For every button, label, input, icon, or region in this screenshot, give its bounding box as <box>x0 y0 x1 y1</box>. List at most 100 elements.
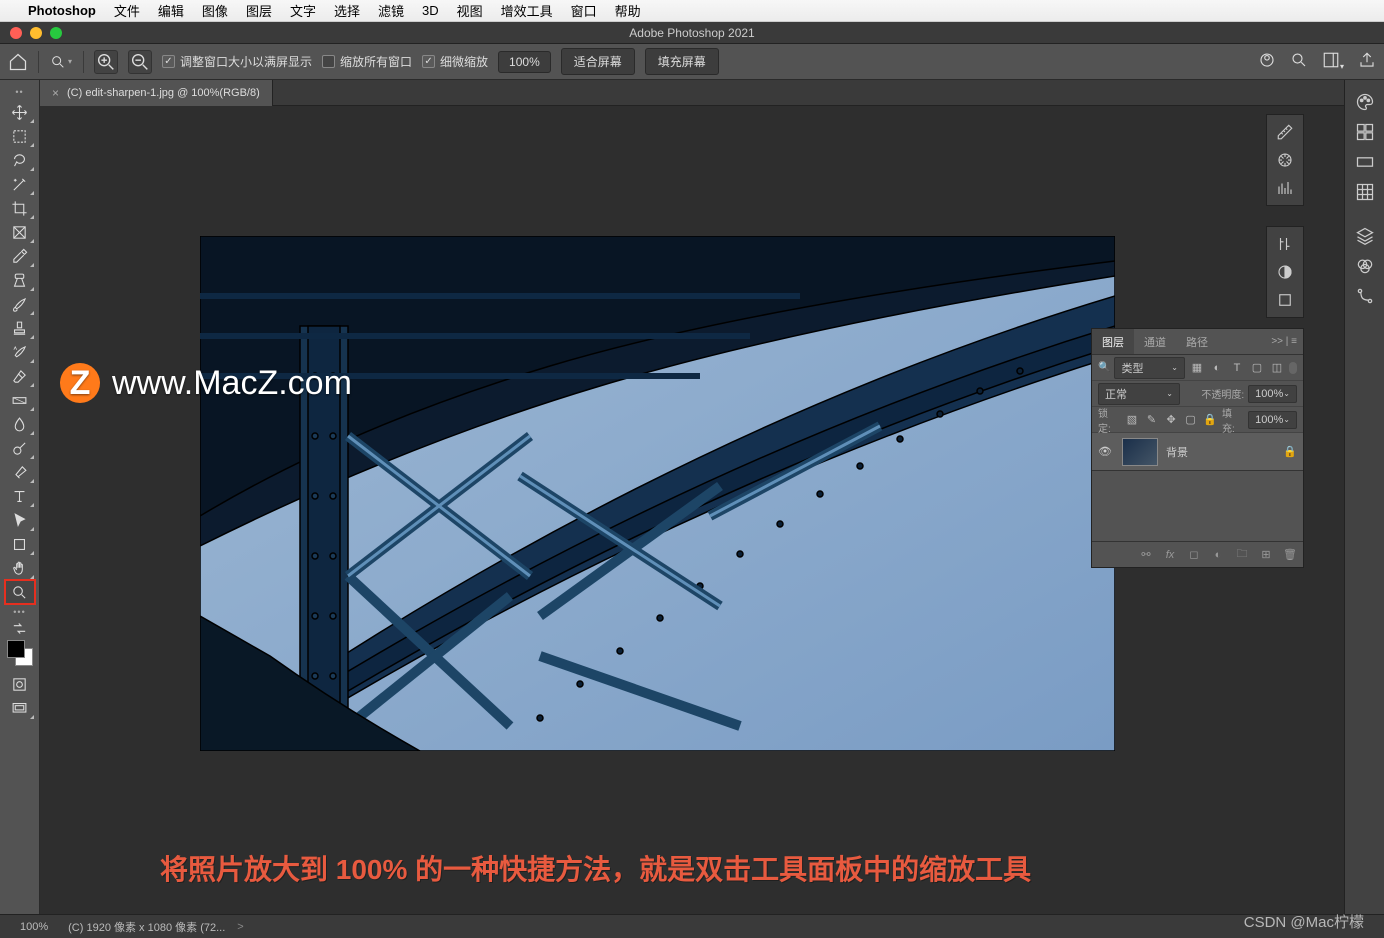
layer-row[interactable]: 👁 背景 🔒 <box>1092 433 1303 471</box>
fx-icon[interactable]: fx <box>1163 549 1177 561</box>
document-tab[interactable]: × (C) edit-sharpen-1.jpg @ 100%(RGB/8) <box>40 80 273 106</box>
tool-preset[interactable]: ▾ <box>49 50 73 74</box>
type-tool[interactable] <box>5 484 35 508</box>
mask-icon[interactable]: ◻ <box>1187 548 1201 561</box>
filter-kind-select[interactable]: 类型⌄ <box>1114 357 1185 379</box>
menu-file[interactable]: 文件 <box>114 1 140 20</box>
adjustments-icon[interactable] <box>1271 231 1299 257</box>
filter-adjust-icon[interactable]: ◐ <box>1209 360 1225 376</box>
libraries-icon[interactable] <box>1271 287 1299 313</box>
lock-artboard-icon[interactable]: ▢ <box>1183 412 1199 428</box>
color-swatches[interactable] <box>7 640 33 666</box>
hand-tool[interactable] <box>5 556 35 580</box>
lasso-tool[interactable] <box>5 148 35 172</box>
resize-windows-checkbox[interactable]: ✓调整窗口大小以满屏显示 <box>162 53 312 70</box>
filter-smart-icon[interactable]: ◫ <box>1269 360 1285 376</box>
minimize-window-button[interactable] <box>30 27 42 39</box>
cloud-docs-icon[interactable] <box>1258 51 1276 72</box>
menu-text[interactable]: 文字 <box>290 1 316 20</box>
lock-paint-icon[interactable]: ✎ <box>1144 412 1160 428</box>
menu-help[interactable]: 帮助 <box>615 1 641 20</box>
group-icon[interactable]: 🗀 <box>1235 545 1249 564</box>
link-layers-icon[interactable]: ⚯ <box>1139 548 1153 561</box>
frame-tool[interactable] <box>5 220 35 244</box>
maximize-window-button[interactable] <box>50 27 62 39</box>
doc-info[interactable]: (C) 1920 像素 x 1080 像素 (72... <box>68 919 225 935</box>
shape-tool[interactable] <box>5 532 35 556</box>
scrubby-zoom-checkbox[interactable]: ✓细微缩放 <box>422 53 488 70</box>
filter-shape-icon[interactable]: ▢ <box>1249 360 1265 376</box>
lock-all-icon[interactable]: 🔒 <box>1202 412 1218 428</box>
menu-image[interactable]: 图像 <box>202 1 228 20</box>
marquee-tool[interactable] <box>5 124 35 148</box>
patterns-panel-icon[interactable] <box>1351 178 1379 206</box>
close-window-button[interactable] <box>10 27 22 39</box>
lock-trans-icon[interactable]: ▧ <box>1124 412 1140 428</box>
zoom-in-button[interactable] <box>94 50 118 74</box>
menu-select[interactable]: 选择 <box>334 1 360 20</box>
layers-tab[interactable]: 图层 <box>1092 329 1134 354</box>
toolbar-more[interactable]: ••• <box>13 607 25 617</box>
heal-tool[interactable] <box>5 268 35 292</box>
visibility-icon[interactable]: 👁 <box>1098 445 1114 458</box>
histogram-icon[interactable] <box>1271 175 1299 201</box>
home-button[interactable] <box>8 52 28 72</box>
brush-tool[interactable] <box>5 292 35 316</box>
search-icon[interactable] <box>1290 51 1308 72</box>
adjust-layer-icon[interactable]: ◐ <box>1211 549 1225 561</box>
opacity-input[interactable]: 100%⌄ <box>1248 385 1297 403</box>
paths-strip-icon[interactable] <box>1351 282 1379 310</box>
zoom-all-checkbox[interactable]: 缩放所有窗口 <box>322 53 412 70</box>
share-icon[interactable] <box>1358 51 1376 72</box>
wand-tool[interactable] <box>5 172 35 196</box>
new-layer-icon[interactable]: ⊞ <box>1259 548 1273 561</box>
channels-strip-icon[interactable] <box>1351 252 1379 280</box>
filter-type-icon[interactable]: T <box>1229 360 1245 376</box>
eyedropper-tool[interactable] <box>5 244 35 268</box>
channels-tab[interactable]: 通道 <box>1134 329 1176 354</box>
fit-screen-button[interactable]: 适合屏幕 <box>561 48 635 75</box>
workspace-icon[interactable]: ▾ <box>1322 51 1344 72</box>
blur-tool[interactable] <box>5 412 35 436</box>
app-name[interactable]: Photoshop <box>28 3 96 18</box>
ruler-icon[interactable] <box>1271 119 1299 145</box>
menu-filter[interactable]: 滤镜 <box>378 1 404 20</box>
menu-edit[interactable]: 编辑 <box>158 1 184 20</box>
menu-plugins[interactable]: 增效工具 <box>501 1 553 20</box>
collapse-icon[interactable]: >> | ≡ <box>1271 336 1297 347</box>
zoom-out-button[interactable] <box>128 50 152 74</box>
gradient-tool[interactable] <box>5 388 35 412</box>
pen-tool[interactable] <box>5 460 35 484</box>
menu-view[interactable]: 视图 <box>457 1 483 20</box>
swatches-panel-icon[interactable] <box>1351 118 1379 146</box>
filter-toggle[interactable] <box>1289 362 1297 374</box>
quickmask-button[interactable] <box>5 672 35 696</box>
lock-pos-icon[interactable]: ✥ <box>1163 412 1179 428</box>
fill-screen-button[interactable]: 填充屏幕 <box>645 48 719 75</box>
menu-layer[interactable]: 图层 <box>246 1 272 20</box>
crop-tool[interactable] <box>5 196 35 220</box>
path-select-tool[interactable] <box>5 508 35 532</box>
blend-mode-select[interactable]: 正常⌄ <box>1098 383 1180 405</box>
nav-wheel-icon[interactable] <box>1271 147 1299 173</box>
toolbar-grip[interactable]: •• <box>15 87 23 97</box>
menu-window[interactable]: 窗口 <box>571 1 597 20</box>
dodge-tool[interactable] <box>5 436 35 460</box>
history-brush-tool[interactable] <box>5 340 35 364</box>
paths-tab[interactable]: 路径 <box>1176 329 1218 354</box>
layers-strip-icon[interactable] <box>1351 222 1379 250</box>
screenmode-button[interactable] <box>5 696 35 720</box>
zoom-level[interactable]: 100% <box>12 918 56 936</box>
color-panel-icon[interactable] <box>1351 88 1379 116</box>
gradients-panel-icon[interactable] <box>1351 148 1379 176</box>
eraser-tool[interactable] <box>5 364 35 388</box>
status-caret[interactable]: > <box>237 921 243 933</box>
fill-input[interactable]: 100%⌄ <box>1248 411 1297 429</box>
zoom-tool[interactable] <box>5 580 35 604</box>
filter-pixel-icon[interactable]: ▦ <box>1189 360 1205 376</box>
move-tool[interactable] <box>5 100 35 124</box>
menu-3d[interactable]: 3D <box>422 3 439 18</box>
zoom-100-button[interactable]: 100% <box>498 51 551 73</box>
switch-colors-icon[interactable] <box>5 620 35 636</box>
canvas[interactable]: 图层 通道 路径 >> | ≡ 🔍 类型⌄ ▦ ◐ T ▢ ◫ 正常⌄ <box>40 106 1344 914</box>
